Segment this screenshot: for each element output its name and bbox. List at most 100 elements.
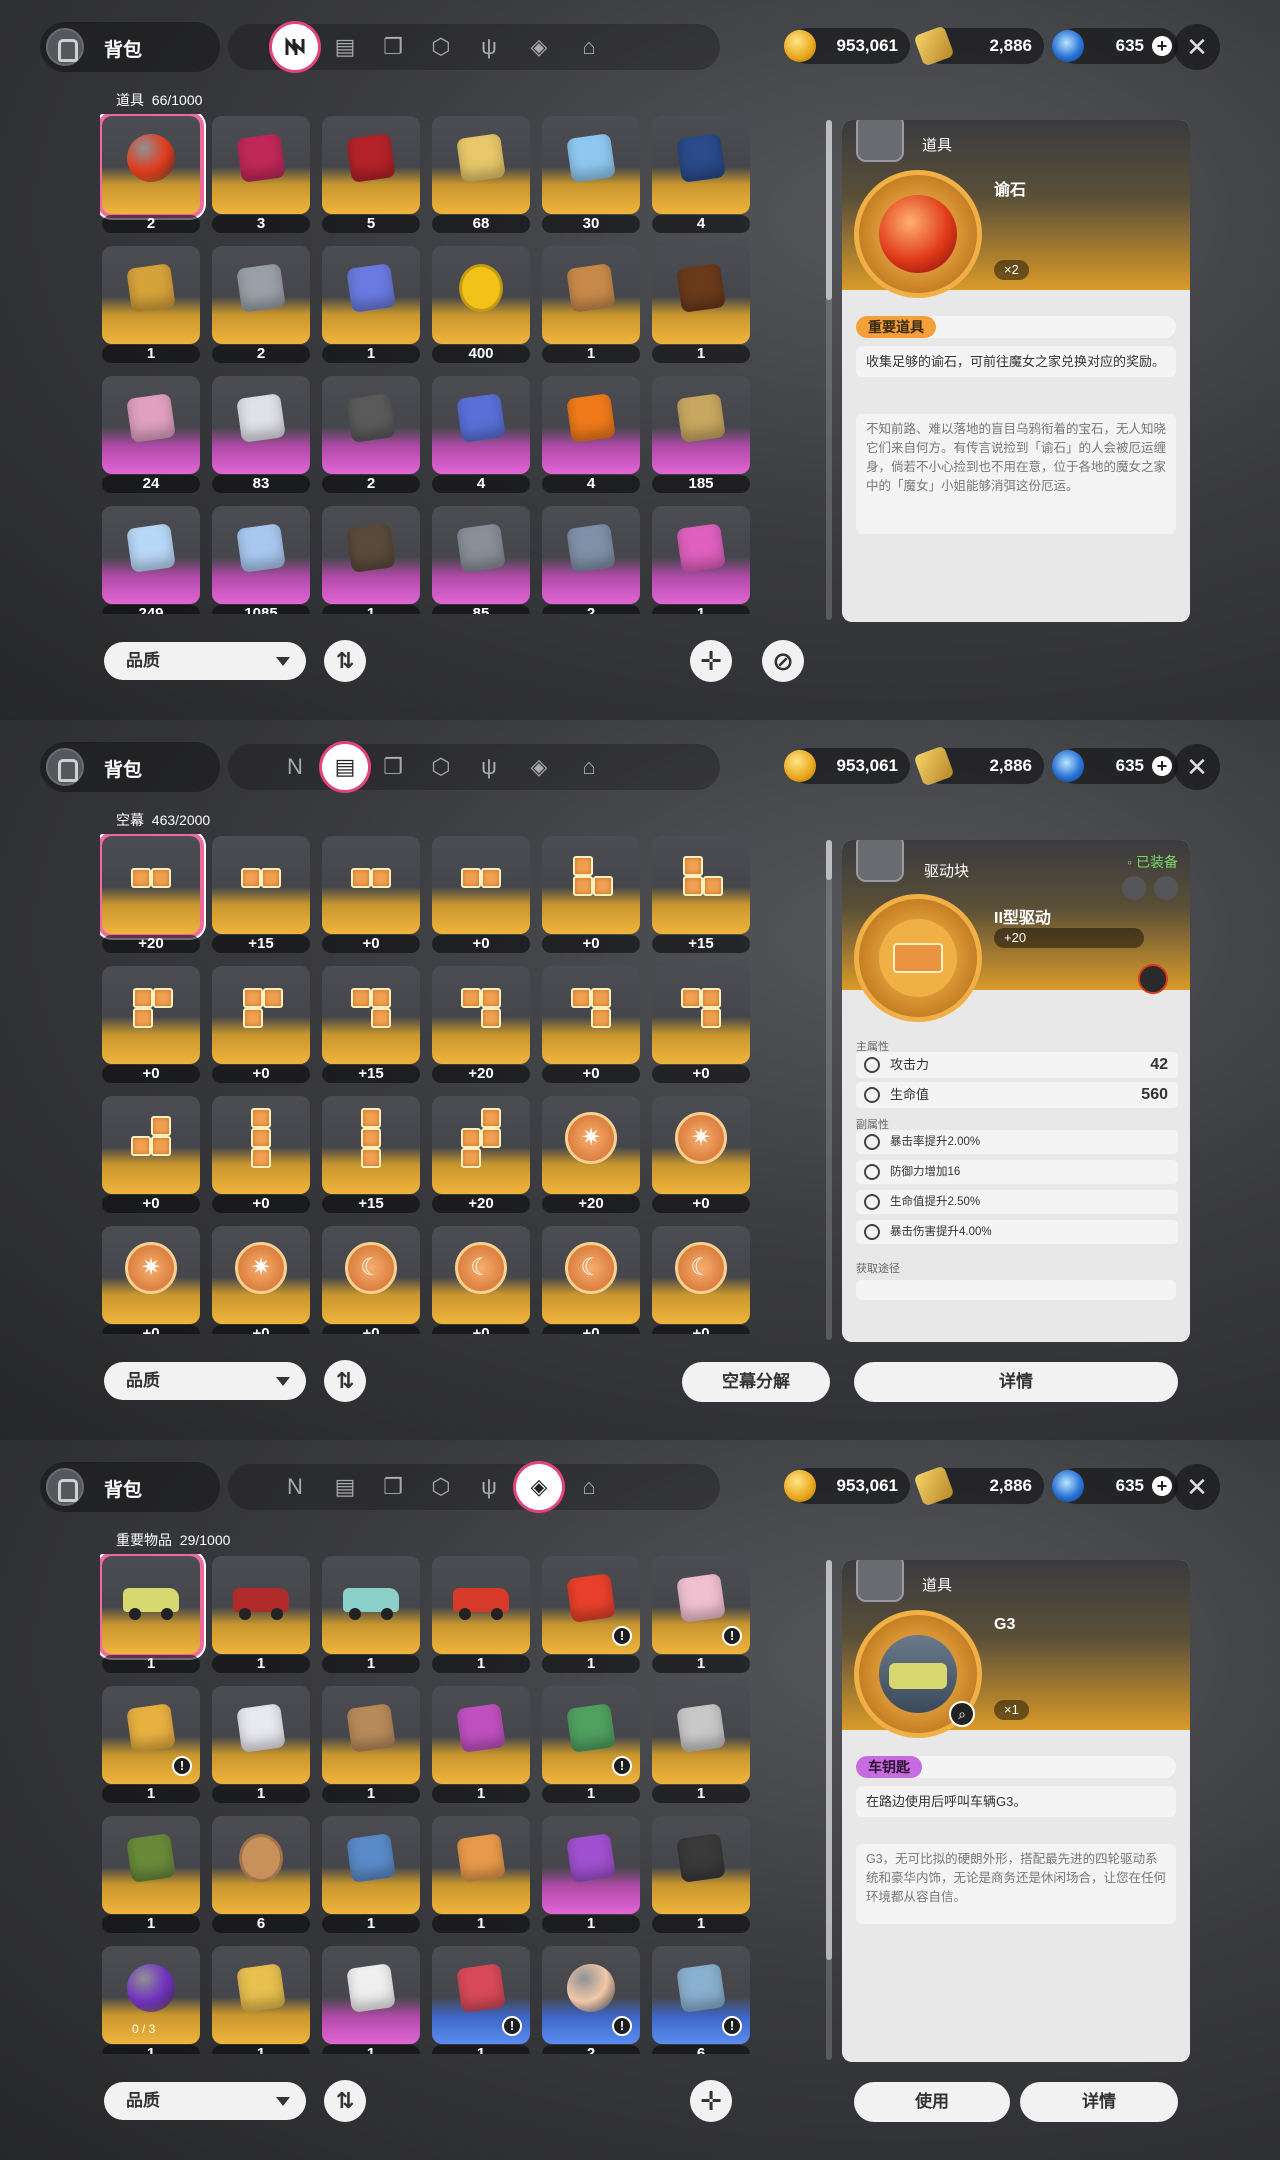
- tab-drive[interactable]: ▤: [322, 1464, 368, 1510]
- inventory-slot[interactable]: 1: [540, 1814, 642, 1933]
- inventory-slot[interactable]: ✷ +20: [540, 1094, 642, 1213]
- inventory-slot[interactable]: +20: [100, 834, 202, 953]
- inventory-slot[interactable]: 3: [210, 114, 312, 233]
- sort-button[interactable]: ⇅: [324, 1360, 366, 1402]
- inventory-slot[interactable]: +0: [540, 834, 642, 953]
- inventory-slot[interactable]: +0: [210, 1094, 312, 1213]
- tab-drive[interactable]: ▤: [322, 24, 368, 70]
- inventory-slot[interactable]: 24: [100, 374, 202, 493]
- move-button[interactable]: ✛: [690, 640, 732, 682]
- inventory-slot[interactable]: 1: [540, 244, 642, 363]
- inventory-slot[interactable]: +20: [430, 964, 532, 1083]
- add-gem-icon[interactable]: +: [1152, 756, 1172, 776]
- inventory-slot[interactable]: 1: [650, 244, 752, 363]
- tab-props[interactable]: [272, 24, 318, 70]
- inventory-slot[interactable]: ! 1: [540, 1554, 642, 1673]
- inventory-slot[interactable]: 1: [650, 1814, 752, 1933]
- inventory-slot[interactable]: 1: [100, 244, 202, 363]
- grid-scrollbar[interactable]: [826, 120, 832, 620]
- inventory-slot[interactable]: 2: [540, 504, 642, 614]
- grid-scrollbar[interactable]: [826, 840, 832, 1340]
- inventory-slot[interactable]: ! 6: [650, 1944, 752, 2054]
- tab-box[interactable]: ⬡: [418, 1464, 464, 1510]
- tab-props[interactable]: N: [272, 1464, 318, 1510]
- inventory-slot[interactable]: +15: [210, 834, 312, 953]
- inventory-slot[interactable]: ✷ +0: [210, 1224, 312, 1334]
- inventory-slot[interactable]: 30: [540, 114, 642, 233]
- inventory-slot[interactable]: 1: [100, 1814, 202, 1933]
- quality-filter-dropdown[interactable]: 品质: [104, 2082, 306, 2120]
- gem-currency[interactable]: 635 +: [1052, 748, 1178, 784]
- inventory-slot[interactable]: ✷ +0: [650, 1094, 752, 1213]
- inventory-slot[interactable]: ☾ +0: [430, 1224, 532, 1334]
- tab-books[interactable]: ❐: [370, 24, 416, 70]
- inventory-slot[interactable]: 1: [650, 504, 752, 614]
- inventory-slot[interactable]: 1085: [210, 504, 312, 614]
- inventory-slot[interactable]: 1: [320, 244, 422, 363]
- inventory-slot[interactable]: ✷ +0: [100, 1224, 202, 1334]
- decompose-button[interactable]: 空幕分解: [682, 1362, 830, 1402]
- inventory-slot[interactable]: 1: [320, 1944, 422, 2054]
- tab-books[interactable]: ❐: [370, 1464, 416, 1510]
- inventory-slot[interactable]: 2: [100, 114, 202, 233]
- inventory-slot[interactable]: +0: [430, 834, 532, 953]
- inventory-slot[interactable]: +0: [320, 834, 422, 953]
- inventory-slot[interactable]: 1: [320, 504, 422, 614]
- inventory-slot[interactable]: 83: [210, 374, 312, 493]
- inventory-slot[interactable]: +15: [650, 834, 752, 953]
- inventory-slot[interactable]: 185: [650, 374, 752, 493]
- inventory-slot[interactable]: ☾ +0: [650, 1224, 752, 1334]
- inventory-slot[interactable]: +0: [650, 964, 752, 1083]
- inventory-slot[interactable]: 2: [210, 244, 312, 363]
- inventory-slot[interactable]: ! 1: [430, 1944, 532, 2054]
- inventory-slot[interactable]: 1: [430, 1554, 532, 1673]
- add-gem-icon[interactable]: +: [1152, 1476, 1172, 1496]
- inventory-slot[interactable]: +15: [320, 1094, 422, 1213]
- inventory-slot[interactable]: +0: [100, 964, 202, 1083]
- gem-currency[interactable]: 635 +: [1052, 1468, 1178, 1504]
- tab-key-items[interactable]: ◈: [516, 1464, 562, 1510]
- details-button[interactable]: 详情: [854, 1362, 1178, 1402]
- move-button[interactable]: ✛: [690, 2080, 732, 2122]
- tab-food[interactable]: ψ: [466, 744, 512, 790]
- tab-food[interactable]: ψ: [466, 24, 512, 70]
- inventory-slot[interactable]: +0: [210, 964, 312, 1083]
- tab-key-items[interactable]: ◈: [516, 744, 562, 790]
- inventory-slot[interactable]: +15: [320, 964, 422, 1083]
- close-button[interactable]: ✕: [1174, 1464, 1220, 1510]
- inventory-slot[interactable]: 400: [430, 244, 532, 363]
- inventory-slot[interactable]: 1: [210, 1554, 312, 1673]
- tab-home[interactable]: ⌂: [566, 24, 612, 70]
- trash-icon[interactable]: [1122, 876, 1146, 900]
- sort-button[interactable]: ⇅: [324, 640, 366, 682]
- inventory-slot[interactable]: 4: [430, 374, 532, 493]
- inventory-slot[interactable]: 1: [100, 1554, 202, 1673]
- inventory-slot[interactable]: +0: [540, 964, 642, 1083]
- discard-button[interactable]: ⊘: [762, 640, 804, 682]
- use-button[interactable]: 使用: [854, 2082, 1010, 2122]
- inventory-slot[interactable]: ! 1: [650, 1554, 752, 1673]
- inventory-slot[interactable]: 1: [650, 1684, 752, 1803]
- inventory-slot[interactable]: +0: [100, 1094, 202, 1213]
- inventory-slot[interactable]: 6: [210, 1814, 312, 1933]
- quality-filter-dropdown[interactable]: 品质: [104, 642, 306, 680]
- tab-home[interactable]: ⌂: [566, 1464, 612, 1510]
- tab-key-items[interactable]: ◈: [516, 24, 562, 70]
- gem-currency[interactable]: 635 +: [1052, 28, 1178, 64]
- details-button[interactable]: 详情: [1020, 2082, 1178, 2122]
- tab-books[interactable]: ❐: [370, 744, 416, 790]
- inventory-slot[interactable]: 85: [430, 504, 532, 614]
- tab-box[interactable]: ⬡: [418, 24, 464, 70]
- magnify-icon[interactable]: ⌕: [949, 1701, 975, 1727]
- tab-props[interactable]: N: [272, 744, 318, 790]
- lock-icon[interactable]: [1154, 876, 1178, 900]
- inventory-slot[interactable]: ! 1: [540, 1684, 642, 1803]
- tab-box[interactable]: ⬡: [418, 744, 464, 790]
- inventory-slot[interactable]: 4: [540, 374, 642, 493]
- close-button[interactable]: ✕: [1174, 24, 1220, 70]
- tab-drive[interactable]: ▤: [322, 744, 368, 790]
- inventory-slot[interactable]: 249: [100, 504, 202, 614]
- inventory-slot[interactable]: ! 2: [540, 1944, 642, 2054]
- inventory-slot[interactable]: 68: [430, 114, 532, 233]
- tab-food[interactable]: ψ: [466, 1464, 512, 1510]
